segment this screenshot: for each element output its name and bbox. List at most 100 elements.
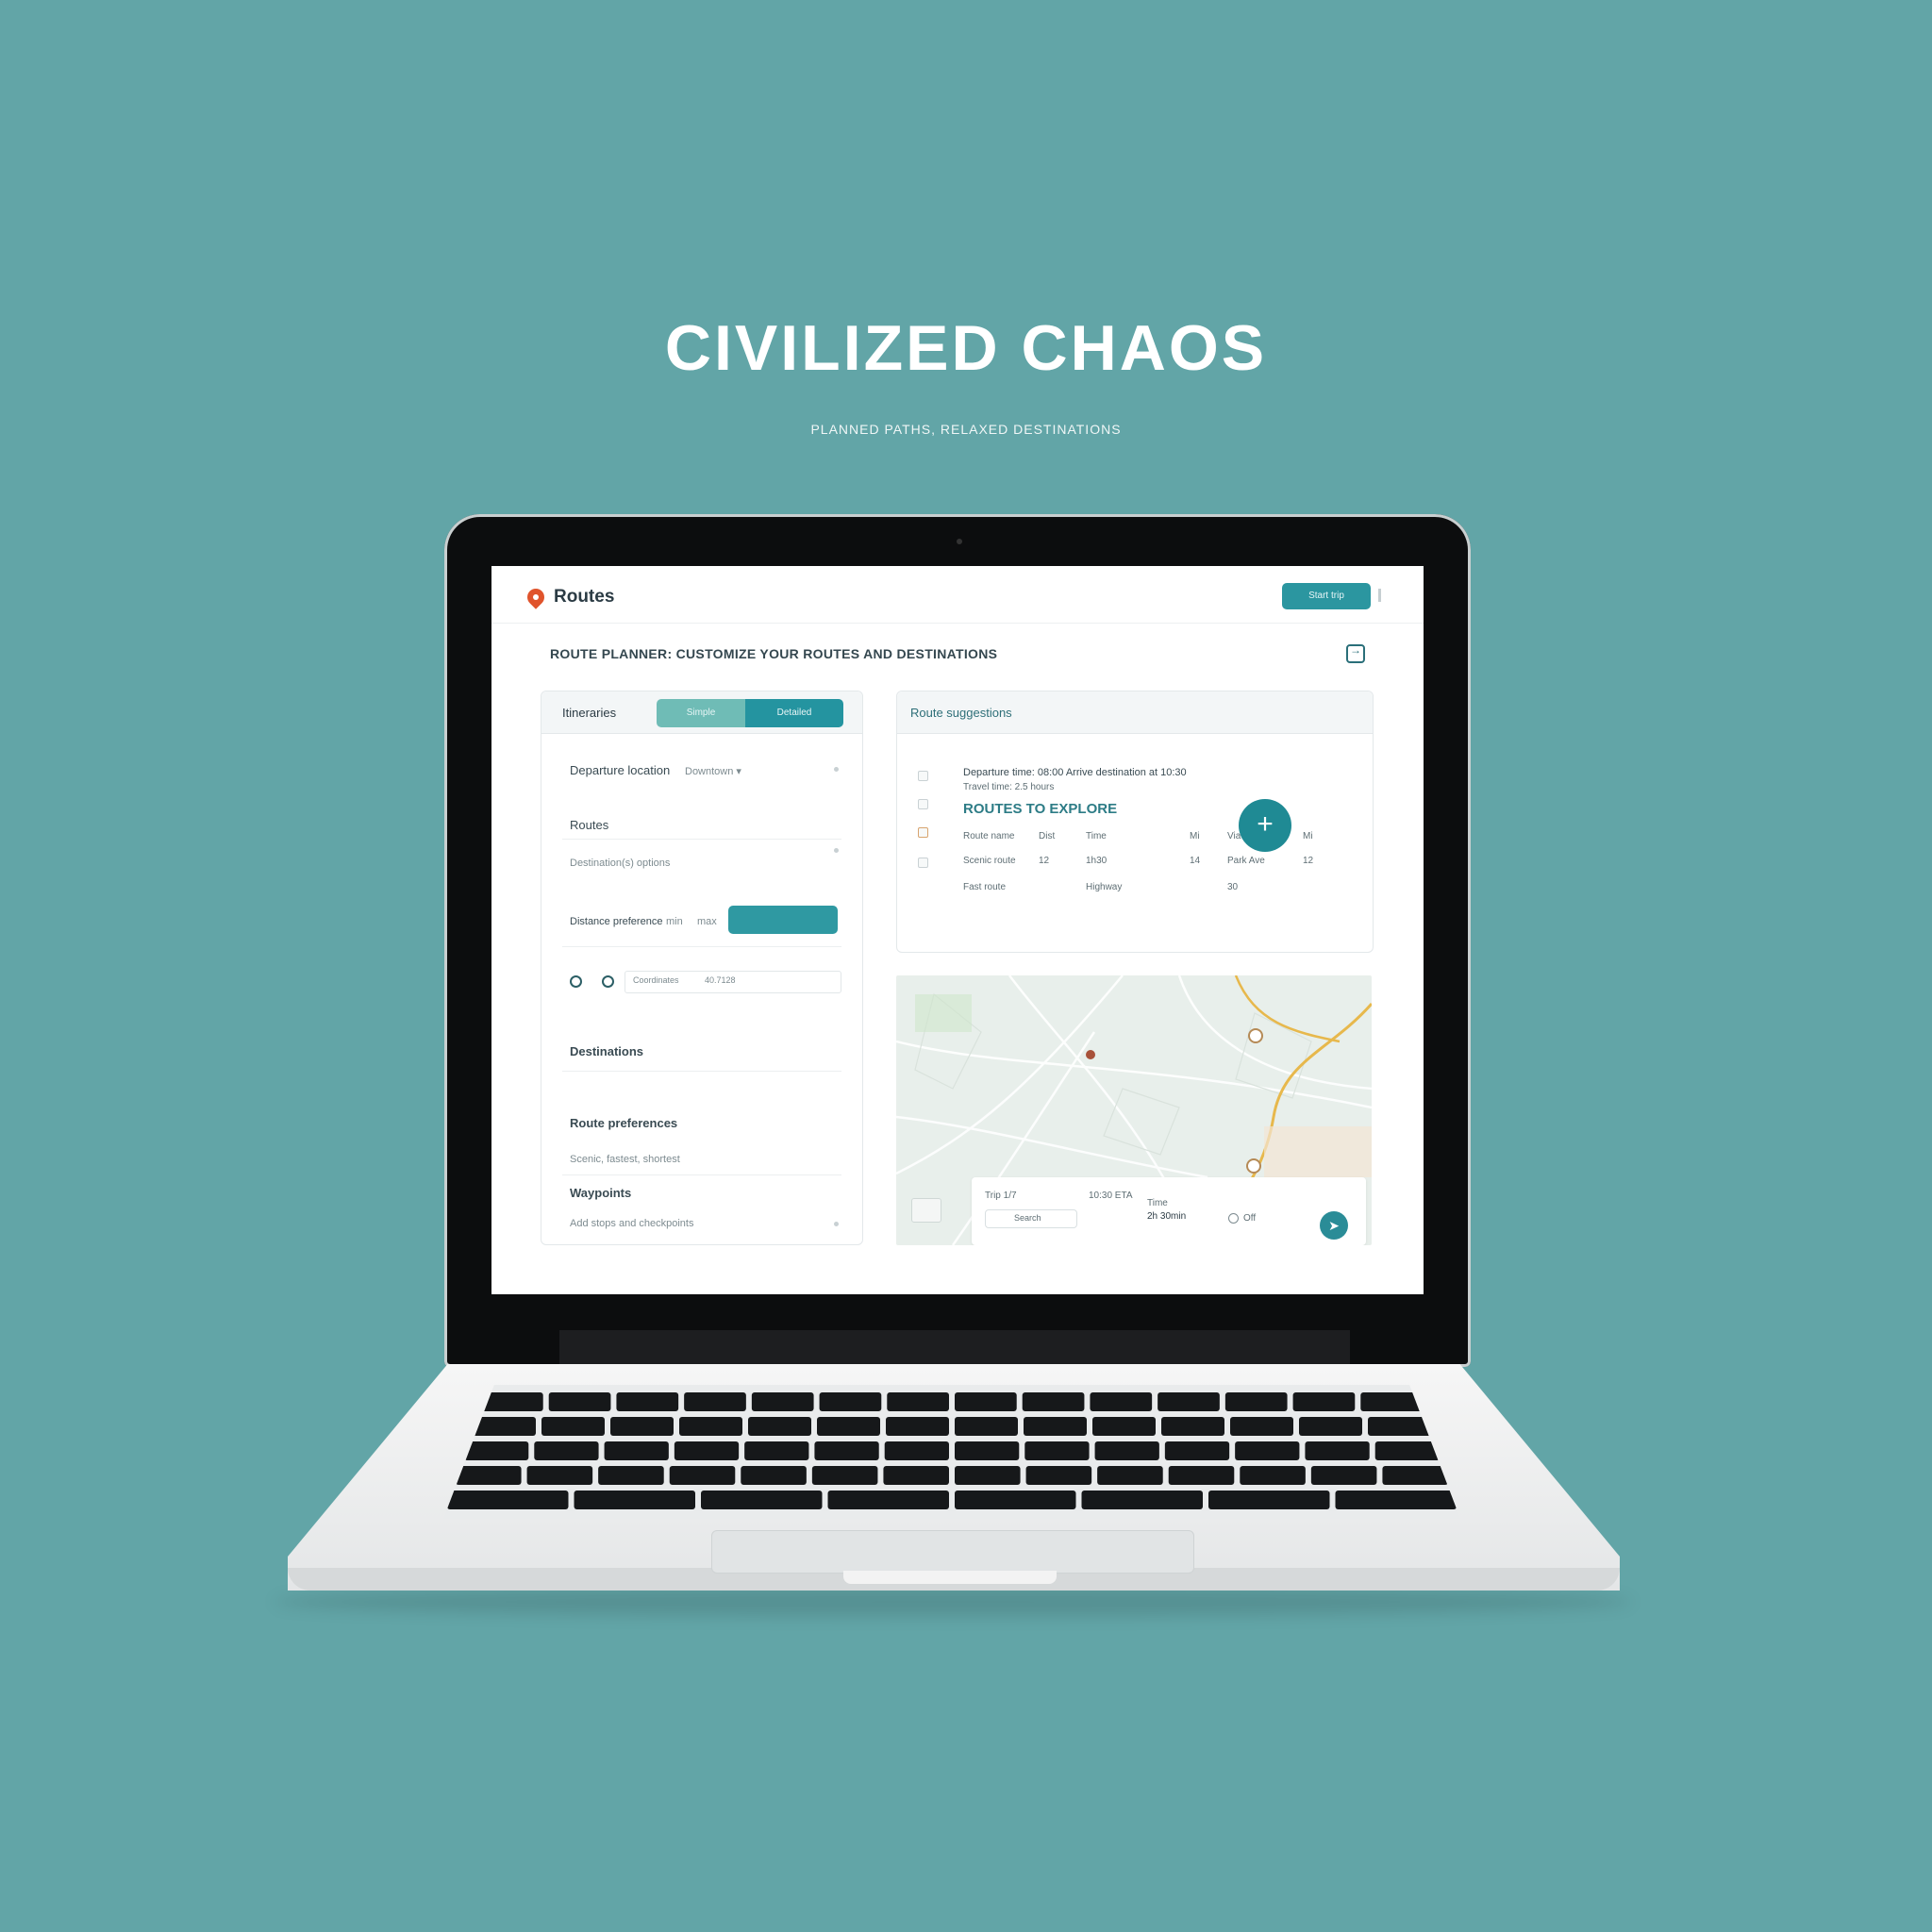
tab-detailed[interactable]: Detailed [745, 699, 843, 727]
plus-icon[interactable]: + [1239, 799, 1291, 852]
keyboard-key[interactable] [955, 1491, 1076, 1509]
header-action-button[interactable]: Start trip [1282, 583, 1371, 609]
keyboard-key[interactable] [883, 1466, 949, 1485]
keyboard-key[interactable] [955, 1441, 1020, 1460]
map-layer-toggle[interactable] [911, 1198, 941, 1223]
distance-max[interactable]: max [697, 916, 717, 927]
keyboard-key[interactable] [1310, 1466, 1377, 1485]
keyboard-key[interactable] [817, 1417, 880, 1436]
keyboard-key[interactable] [884, 1441, 949, 1460]
keyboard-key[interactable] [447, 1491, 569, 1509]
keyboard-key[interactable] [1164, 1441, 1230, 1460]
keyboard-key[interactable] [1235, 1441, 1300, 1460]
keyboard-key[interactable] [1305, 1441, 1370, 1460]
current-location-marker[interactable] [1086, 1050, 1095, 1059]
keyboard-key[interactable] [1224, 1392, 1288, 1411]
keyboard-key[interactable] [473, 1417, 536, 1436]
keyboard-key[interactable] [751, 1392, 814, 1411]
location-pin-icon [524, 585, 548, 609]
keyboard-key[interactable] [819, 1392, 882, 1411]
waypoint-marker[interactable] [1248, 1028, 1263, 1043]
keyboard-key[interactable] [1230, 1417, 1293, 1436]
keyboard-key[interactable] [684, 1392, 746, 1411]
destinations-section[interactable]: Destinations [570, 1044, 643, 1058]
keyboard-key[interactable] [610, 1417, 674, 1436]
keyboard-key[interactable] [741, 1466, 807, 1485]
keyboard-key[interactable] [955, 1392, 1017, 1411]
keyboard-key[interactable] [674, 1441, 740, 1460]
checkbox[interactable] [918, 858, 928, 868]
tab-simple[interactable]: Simple [657, 699, 745, 727]
apply-distance-button[interactable] [728, 906, 838, 934]
waypoints-section[interactable]: Waypoints [570, 1186, 631, 1200]
keyboard-key[interactable] [811, 1466, 878, 1485]
keyboard-key[interactable] [1208, 1491, 1330, 1509]
keyboard-key[interactable] [616, 1392, 679, 1411]
checkbox[interactable] [918, 771, 928, 781]
keyboard-key[interactable] [456, 1466, 522, 1485]
keyboard-key[interactable] [886, 1417, 949, 1436]
keyboard-key[interactable] [1092, 1417, 1156, 1436]
keyboard-key[interactable] [1025, 1466, 1092, 1485]
departure-select[interactable]: Downtown ▾ [685, 765, 741, 777]
keyboard-key[interactable] [1161, 1417, 1224, 1436]
keyboard-key[interactable] [748, 1417, 811, 1436]
keyboard-key[interactable] [1022, 1392, 1085, 1411]
distance-min[interactable]: min [666, 916, 683, 927]
route-map[interactable]: Trip 1/7 Search 10:30 ETA Time 2h 30min … [896, 975, 1372, 1245]
duration-label: Time [1147, 1198, 1168, 1208]
keyboard-key[interactable] [814, 1441, 879, 1460]
table-cell: Mi [1190, 831, 1200, 841]
keyboard-key[interactable] [534, 1441, 599, 1460]
keyboard-key[interactable] [887, 1392, 949, 1411]
trip-search-field[interactable]: Search [985, 1209, 1077, 1228]
checkbox[interactable] [918, 799, 928, 809]
target-icon[interactable] [602, 975, 614, 988]
keyboard-key[interactable] [1024, 1441, 1090, 1460]
route-preferences-section[interactable]: Route preferences [570, 1116, 677, 1130]
keyboard-key[interactable] [1382, 1466, 1448, 1485]
keyboard-key[interactable] [669, 1466, 736, 1485]
keyboard-key[interactable] [1374, 1441, 1440, 1460]
keyboard-key[interactable] [1360, 1392, 1423, 1411]
table-cell: 30 [1227, 882, 1239, 892]
keyboard-key[interactable] [1090, 1392, 1153, 1411]
keyboard-key[interactable] [955, 1466, 1021, 1485]
export-icon[interactable] [1346, 643, 1365, 663]
keyboard-key[interactable] [1368, 1417, 1431, 1436]
table-cell: Route name [963, 831, 1015, 841]
keyboard-key[interactable] [1299, 1417, 1362, 1436]
keyboard-key[interactable] [1094, 1441, 1159, 1460]
keyboard-key[interactable] [574, 1491, 696, 1509]
keyboard-key[interactable] [541, 1417, 605, 1436]
keyboard-key[interactable] [604, 1441, 669, 1460]
keyboard-key[interactable] [1292, 1392, 1356, 1411]
keyboard-key[interactable] [679, 1417, 742, 1436]
checkbox[interactable] [918, 827, 928, 838]
keyboard-key[interactable] [827, 1491, 950, 1509]
keyboard-key[interactable] [744, 1441, 809, 1460]
navigate-icon[interactable]: ➤ [1320, 1211, 1348, 1240]
destination-options[interactable]: Destination(s) options [570, 858, 670, 869]
keyboard-key[interactable] [464, 1441, 529, 1460]
keyboard-key[interactable] [481, 1392, 543, 1411]
keyboard-key[interactable] [1158, 1392, 1220, 1411]
keyboard-key[interactable] [955, 1417, 1018, 1436]
waypoint-marker[interactable] [1246, 1158, 1261, 1174]
keyboard-key[interactable] [701, 1491, 823, 1509]
keyboard-key[interactable] [548, 1392, 611, 1411]
keyboard [443, 1385, 1460, 1519]
keyboard-key[interactable] [1081, 1491, 1204, 1509]
keyboard-key[interactable] [598, 1466, 664, 1485]
route-preferences-hint: Scenic, fastest, shortest [570, 1154, 680, 1165]
keyboard-key[interactable] [1240, 1466, 1306, 1485]
touchpad[interactable] [711, 1530, 1194, 1574]
keyboard-key[interactable] [1097, 1466, 1163, 1485]
coordinates-input[interactable]: Coordinates 40.7128 [625, 971, 841, 993]
keyboard-key[interactable] [1168, 1466, 1235, 1485]
keyboard-key[interactable] [1024, 1417, 1087, 1436]
toggle-radio[interactable] [1228, 1213, 1239, 1224]
keyboard-key[interactable] [1335, 1491, 1457, 1509]
laptop-shadow [274, 1588, 1632, 1616]
keyboard-key[interactable] [526, 1466, 593, 1485]
